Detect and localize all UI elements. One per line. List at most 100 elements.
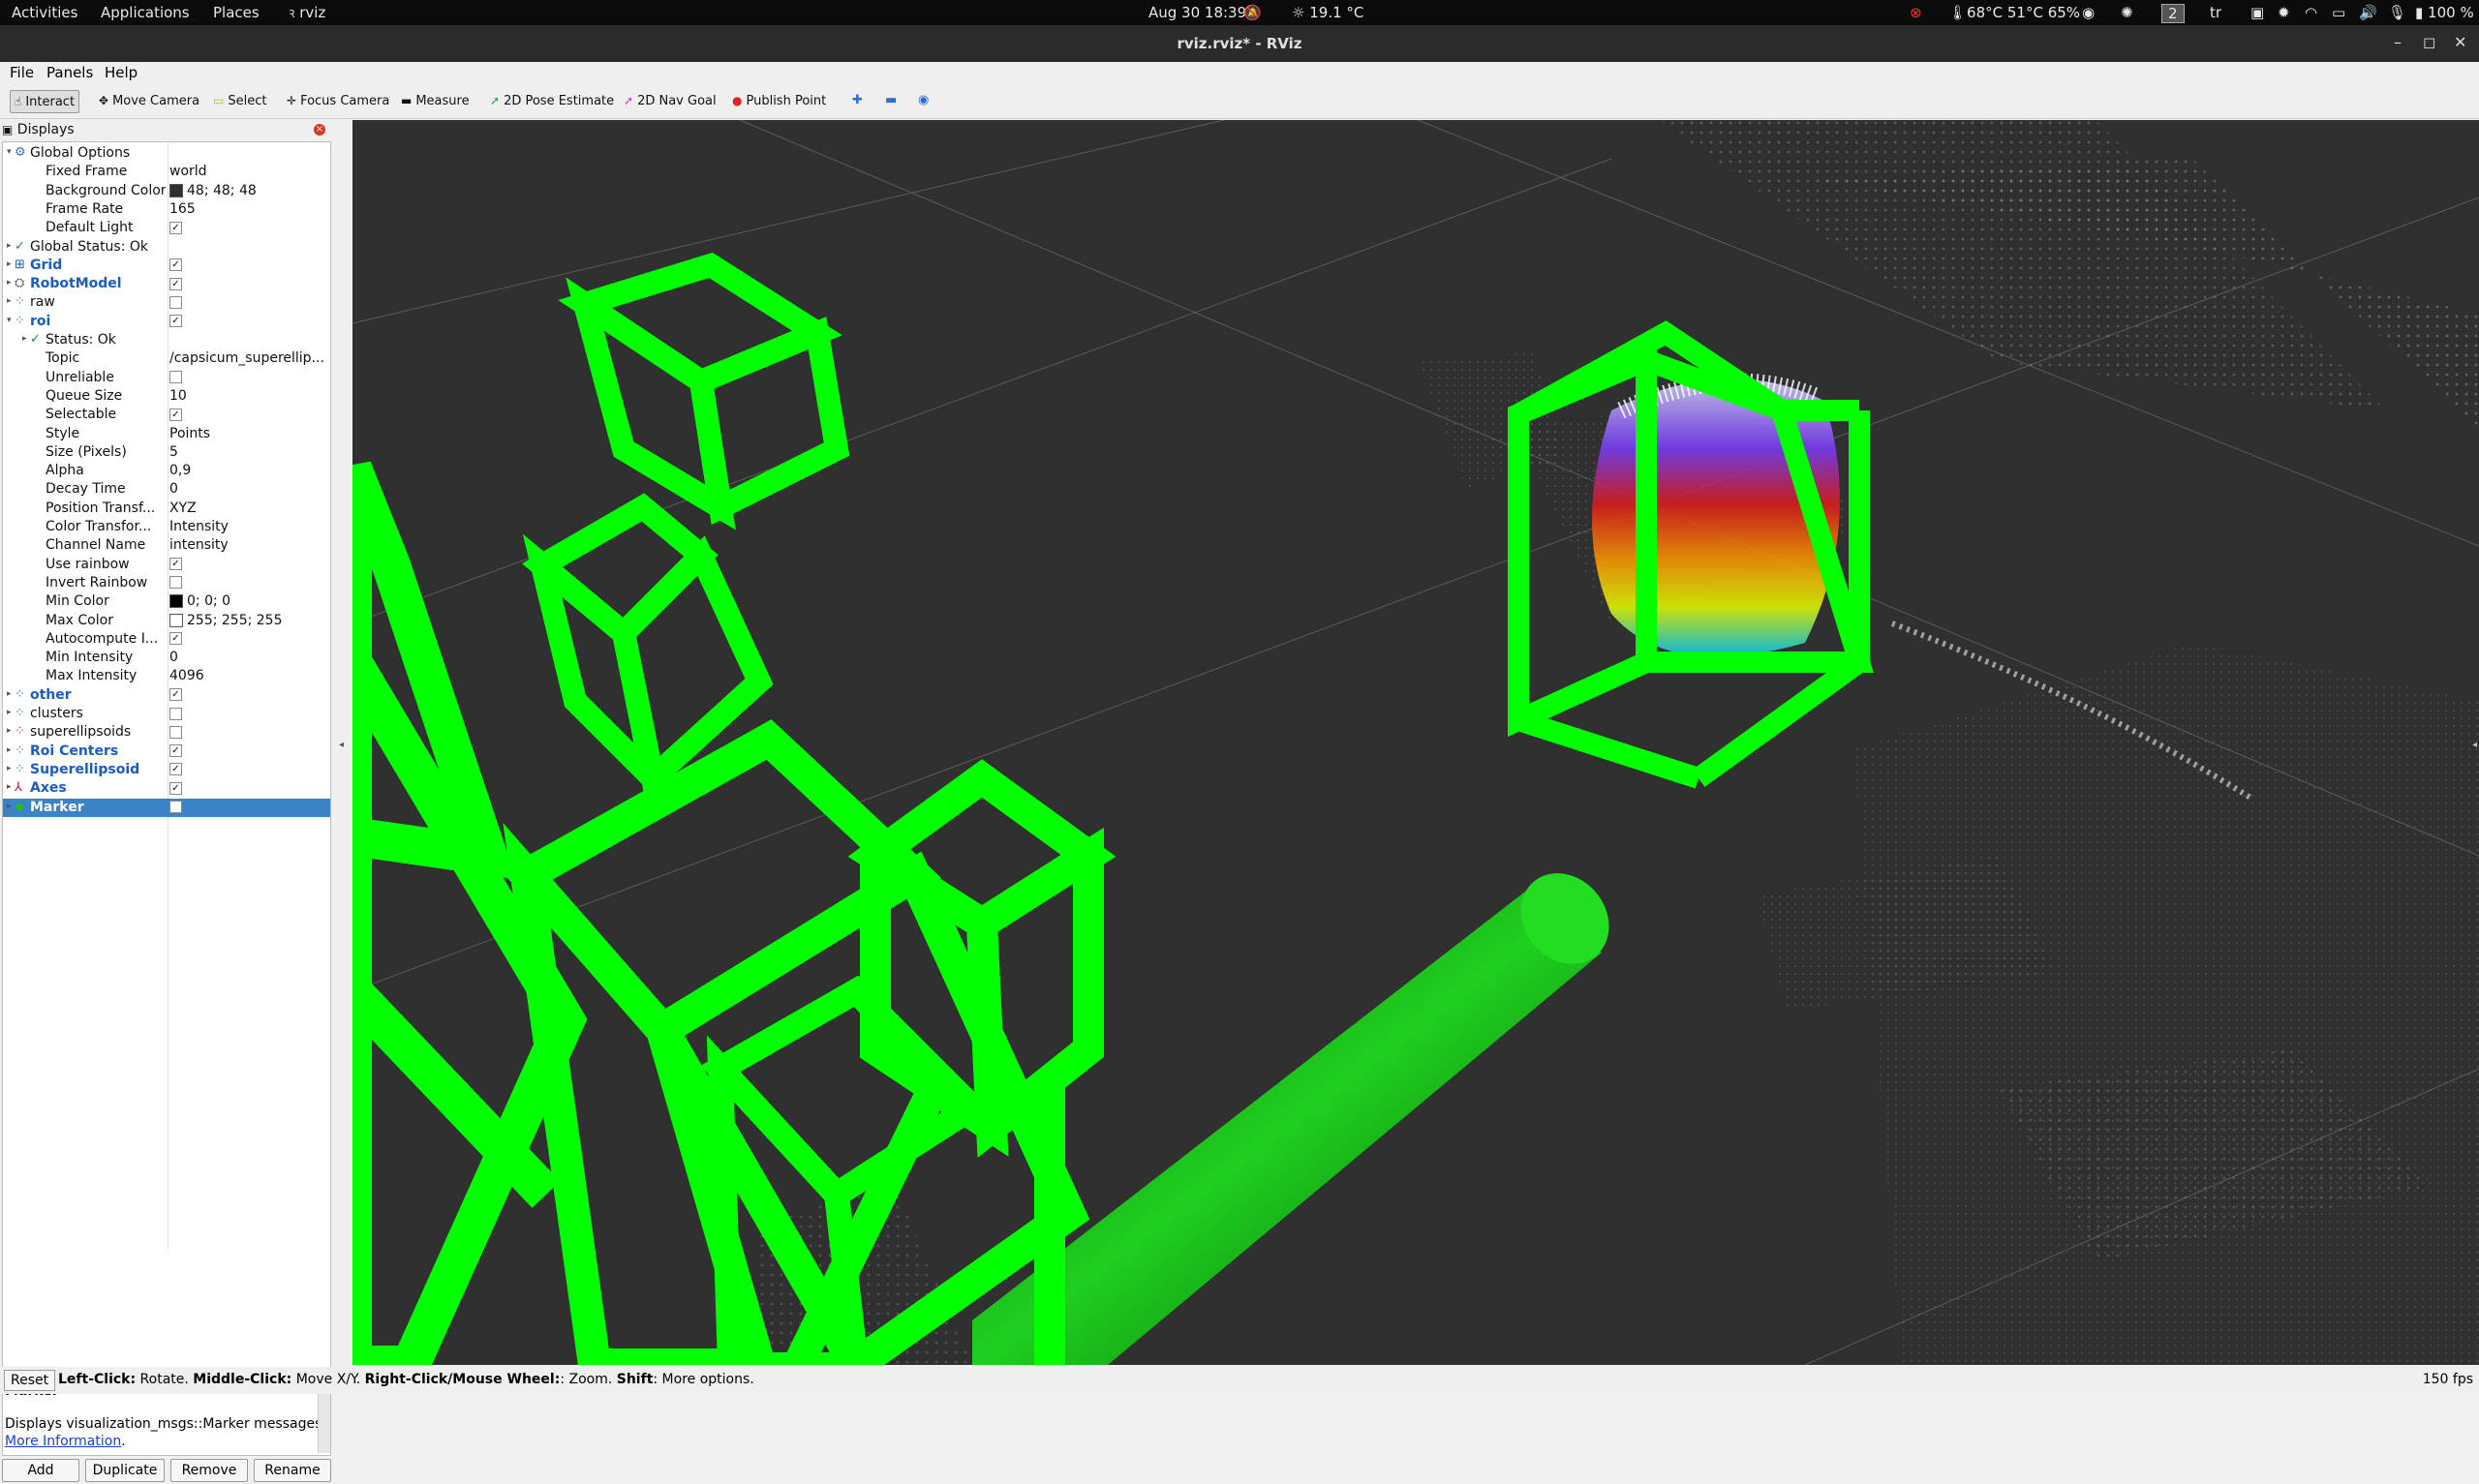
- tool-properties-button[interactable]: ◉: [914, 90, 933, 111]
- display-row[interactable]: Use rainbow ✓: [3, 556, 330, 574]
- enable-checkbox[interactable]: ✓: [169, 801, 182, 813]
- enable-checkbox[interactable]: ✓: [169, 781, 182, 795]
- enable-checkbox[interactable]: [169, 371, 182, 384]
- enable-checkbox[interactable]: ✓: [169, 221, 182, 234]
- screen-icon[interactable]: ▣: [2250, 4, 2264, 21]
- display-row[interactable]: Autocompute I... ✓: [3, 630, 330, 649]
- display-row-value[interactable]: ✓: [169, 687, 330, 703]
- active-app-indicator[interactable]: Ꝛ rviz: [289, 4, 325, 21]
- enable-checkbox[interactable]: ✓: [169, 277, 182, 290]
- enable-checkbox[interactable]: ✓: [169, 408, 182, 421]
- display-row-value[interactable]: Intensity: [169, 519, 330, 534]
- display-row-value[interactable]: intensity: [169, 537, 330, 553]
- display-row-value[interactable]: [169, 575, 330, 591]
- render-viewport[interactable]: ◂: [352, 120, 2479, 1365]
- display-row[interactable]: ▸ ◆ Marker ✓: [3, 798, 330, 817]
- display-row-value[interactable]: 165: [169, 201, 330, 217]
- minimize-icon[interactable]: –: [2394, 33, 2402, 51]
- display-row-value[interactable]: 255; 255; 255: [169, 613, 330, 628]
- display-icon[interactable]: ▭: [2332, 4, 2345, 21]
- display-row-value[interactable]: [169, 370, 330, 385]
- display-row[interactable]: Max Intensity 4096: [3, 667, 330, 685]
- display-row-value[interactable]: ✓: [169, 557, 330, 572]
- collapse-arrow-icon[interactable]: ◂: [339, 740, 344, 750]
- interact-tool[interactable]: ☝ Interact: [10, 90, 80, 113]
- display-row-value[interactable]: Points: [169, 426, 330, 441]
- display-row-value[interactable]: ✓: [169, 762, 330, 777]
- close-panel-icon[interactable]: ×: [314, 124, 325, 136]
- display-row[interactable]: Style Points: [3, 425, 330, 443]
- pose-estimate-tool[interactable]: ➚ 2D Pose Estimate: [486, 90, 618, 111]
- display-row-value[interactable]: 5: [169, 444, 330, 460]
- display-row[interactable]: Unreliable: [3, 369, 330, 387]
- display-row[interactable]: Decay Time 0: [3, 480, 330, 499]
- display-row[interactable]: Color Transfor... Intensity: [3, 518, 330, 536]
- move-camera-tool[interactable]: ✥ Move Camera: [95, 90, 203, 111]
- display-row-value[interactable]: world: [169, 164, 330, 179]
- display-row[interactable]: Selectable ✓: [3, 406, 330, 424]
- settings-sun-icon[interactable]: ✹: [2278, 4, 2290, 21]
- window-title-bar[interactable]: rviz.rviz* - RViz – ◻ ✕: [0, 25, 2479, 62]
- clock[interactable]: Aug 30 18:39: [1148, 4, 1246, 21]
- browser-icon[interactable]: ◉: [2082, 4, 2095, 21]
- enable-checkbox[interactable]: [169, 707, 182, 720]
- display-row-value[interactable]: 0; 0; 0: [169, 593, 330, 609]
- color-swatch[interactable]: [169, 183, 183, 197]
- display-row[interactable]: Channel Name intensity: [3, 536, 330, 555]
- wifi-icon[interactable]: ◠: [2305, 4, 2317, 21]
- add-tool-button[interactable]: ✚: [848, 90, 867, 111]
- display-row-value[interactable]: ✓: [169, 407, 330, 422]
- display-row[interactable]: Fixed Frame world: [3, 163, 330, 181]
- display-row[interactable]: ▸ ⛭ RobotModel ✓: [3, 275, 330, 293]
- display-row[interactable]: ▸ ⊞ Grid ✓: [3, 257, 330, 275]
- menu-panels[interactable]: Panels: [46, 64, 93, 81]
- display-row[interactable]: Queue Size 10: [3, 387, 330, 406]
- display-row-value[interactable]: ✓: [169, 276, 330, 291]
- reset-button[interactable]: Reset: [4, 1370, 56, 1391]
- color-swatch[interactable]: [169, 594, 183, 609]
- menu-file[interactable]: File: [10, 64, 34, 81]
- volume-icon[interactable]: 🔊: [2359, 4, 2377, 21]
- sensors-widget[interactable]: 🌡68°C 51°C 65%: [1948, 4, 2080, 21]
- display-row-value[interactable]: 0: [169, 650, 330, 665]
- panel-splitter[interactable]: ◂: [337, 120, 351, 1365]
- display-row[interactable]: Min Color 0; 0; 0: [3, 592, 330, 611]
- enable-checkbox[interactable]: ✓: [169, 315, 182, 328]
- display-row[interactable]: ▸ ⁘ clusters: [3, 705, 330, 723]
- display-row-value[interactable]: 0,9: [169, 463, 330, 478]
- enable-checkbox[interactable]: [169, 576, 182, 590]
- enable-checkbox[interactable]: ✓: [169, 688, 182, 702]
- display-row-value[interactable]: ✓: [169, 220, 330, 235]
- close-icon[interactable]: ✕: [2454, 33, 2466, 51]
- enable-checkbox[interactable]: ✓: [169, 258, 182, 272]
- display-row-value[interactable]: ✓: [169, 800, 330, 815]
- display-row[interactable]: ▸ ⁘ other ✓: [3, 686, 330, 705]
- display-row-value[interactable]: 48; 48; 48: [169, 183, 330, 198]
- workspace-indicator[interactable]: 2: [2161, 4, 2185, 23]
- places-menu[interactable]: Places: [213, 4, 260, 21]
- display-row-value[interactable]: [169, 294, 330, 310]
- display-row[interactable]: Default Light ✓: [3, 219, 330, 237]
- duplicate-button[interactable]: Duplicate: [85, 1459, 165, 1482]
- display-row-value[interactable]: 4096: [169, 668, 330, 683]
- publish-point-tool[interactable]: ● Publish Point: [728, 90, 830, 111]
- rename-button[interactable]: Rename: [254, 1459, 331, 1482]
- display-row[interactable]: ▸ ⁘ raw: [3, 293, 330, 312]
- display-row-value[interactable]: [169, 724, 330, 740]
- menu-help[interactable]: Help: [105, 64, 138, 81]
- display-row[interactable]: Background Color 48; 48; 48: [3, 182, 330, 200]
- display-row-value[interactable]: 0: [169, 481, 330, 497]
- display-row[interactable]: Position Transf... XYZ: [3, 500, 330, 518]
- display-row-value[interactable]: /capsicum_superellip...: [169, 350, 330, 366]
- display-row-value[interactable]: ✓: [169, 743, 330, 759]
- display-row[interactable]: Min Intensity 0: [3, 649, 330, 667]
- focus-camera-tool[interactable]: ✛ Focus Camera: [283, 90, 393, 111]
- microphone-icon[interactable]: 🎙: [2388, 4, 2406, 21]
- display-row[interactable]: Max Color 255; 255; 255: [3, 612, 330, 630]
- remove-button[interactable]: Remove: [170, 1459, 248, 1482]
- brightness-icon[interactable]: ✺: [2121, 4, 2133, 21]
- select-tool[interactable]: ▭ Select: [209, 90, 270, 111]
- displays-tree[interactable]: ▾ ⚙ Global Options Fixed Frame world Backgrou…: [2, 141, 331, 1371]
- app-indicator-icon[interactable]: ⊗: [1910, 4, 1922, 21]
- display-row[interactable]: ▸ ✓ Global Status: Ok: [3, 238, 330, 257]
